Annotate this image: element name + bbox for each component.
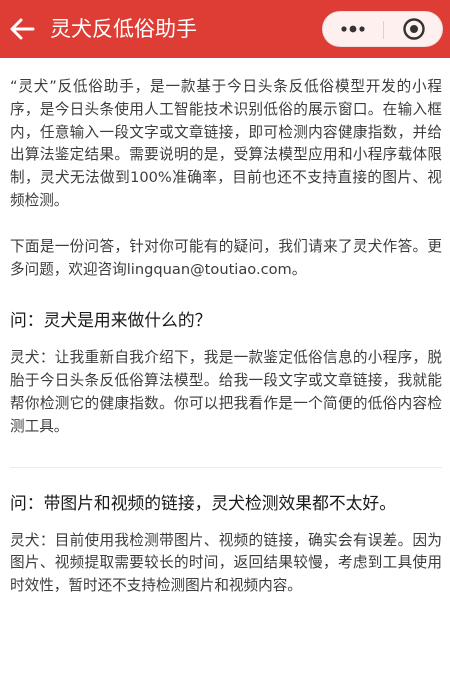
section-divider [10, 466, 442, 468]
answer-2: 灵犬：目前使用我检测带图片、视频的链接，确实会有误差。因为图片、视频提取需要较长… [10, 531, 442, 595]
answer-1: 灵犬：让我重新自我介绍下，我是一款鉴定低俗信息的小程序，脱胎于今日头条反低俗算法… [10, 349, 442, 435]
close-button[interactable] [384, 12, 444, 46]
mini-program-capsule [322, 11, 443, 47]
mini-program-page: 灵犬反低俗助手 “灵犬”反低俗助手，是一款基于今日头条反低俗模型开发的小程序，是… [0, 0, 450, 681]
article-content: “灵犬”反低俗助手，是一款基于今日头条反低俗模型开发的小程序，是今日头条使用人工… [10, 76, 442, 598]
back-button[interactable] [4, 12, 40, 46]
question-2: 问：带图片和视频的链接，灵犬检测效果都不太好。 [10, 492, 396, 513]
page-title: 灵犬反低俗助手 [50, 17, 197, 41]
faq-intro-paragraph: 下面是一份问答，针对你可能有的疑问，我们请来了灵犬作答。更多问题，欢迎咨询lin… [10, 237, 442, 278]
intro-paragraph: “灵犬”反低俗助手，是一款基于今日头条反低俗模型开发的小程序，是今日头条使用人工… [10, 78, 442, 209]
arrow-left-icon [10, 18, 35, 40]
more-button[interactable] [323, 12, 383, 46]
navigation-bar: 灵犬反低俗助手 [0, 0, 450, 58]
target-circle-icon [403, 18, 425, 40]
more-dots-icon [341, 25, 365, 33]
question-1: 问：灵犬是用来做什么的？ [10, 310, 212, 331]
